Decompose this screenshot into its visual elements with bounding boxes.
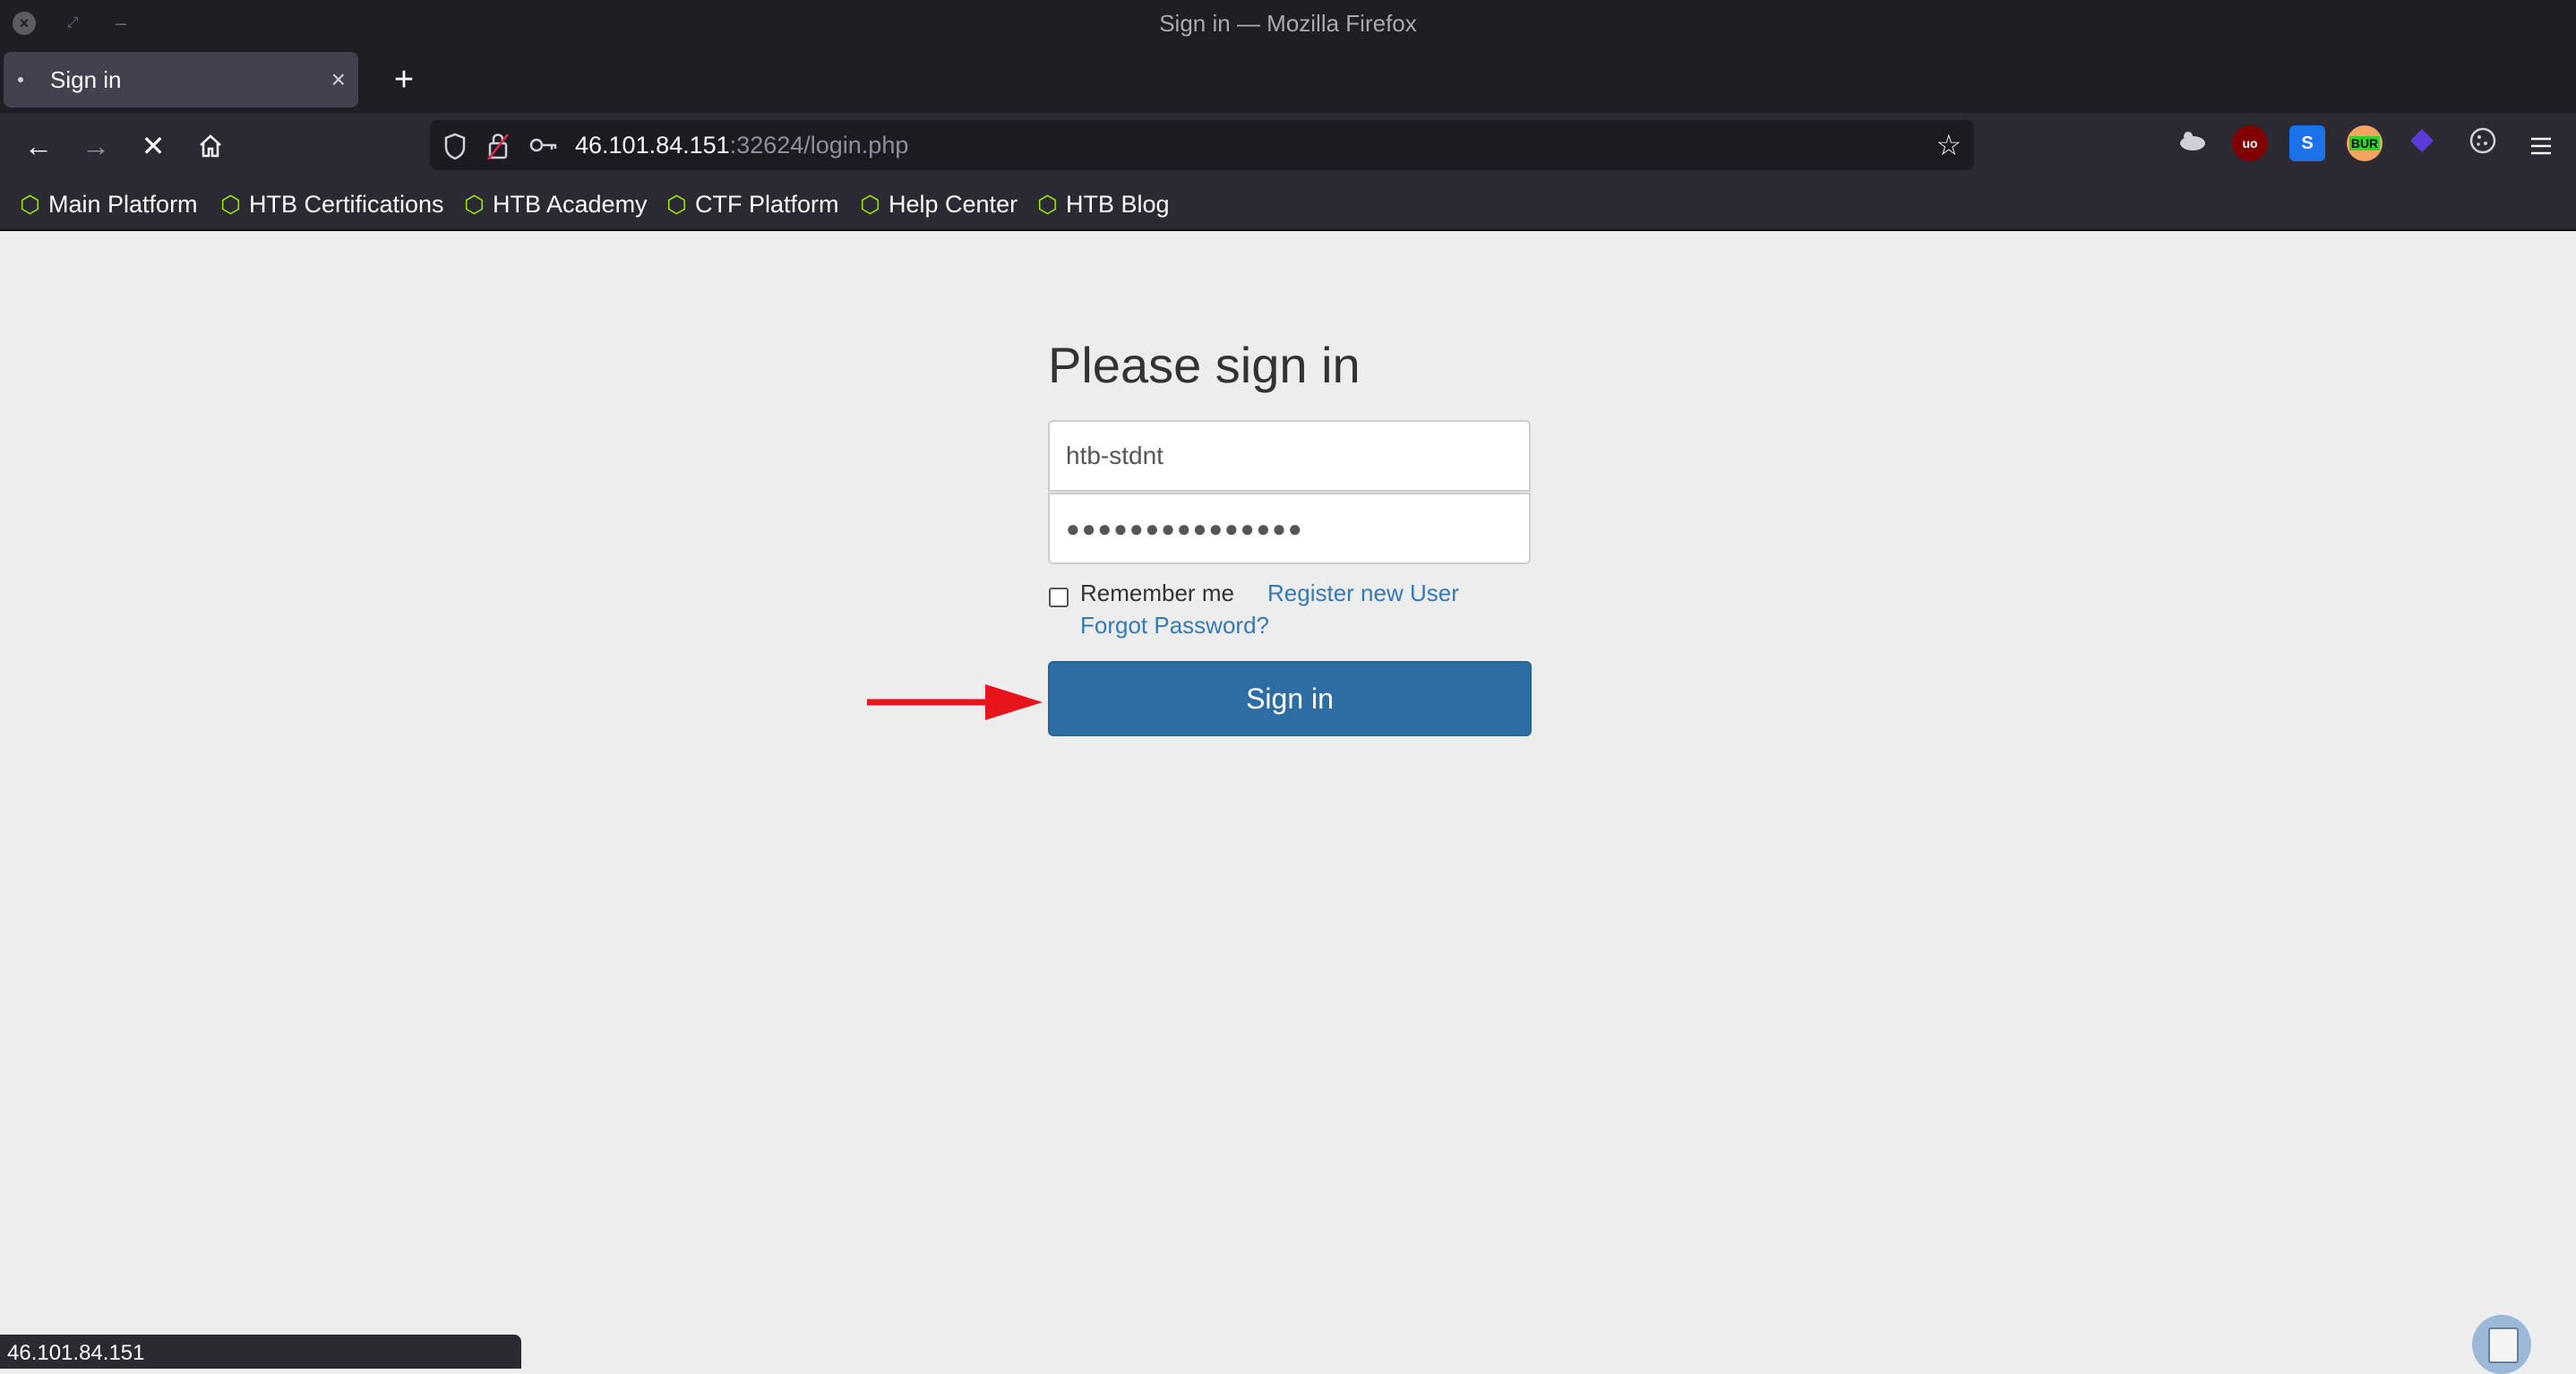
bookmarks-toolbar: ⬡ Main Platform ⬡ HTB Certifications ⬡ HTB … bbox=[0, 179, 2576, 229]
bookmark-star-icon[interactable]: ☆ bbox=[1936, 120, 1962, 170]
bookmark-main-platform[interactable]: ⬡ Main Platform bbox=[20, 179, 198, 229]
register-link[interactable]: Register new User bbox=[1267, 580, 1459, 607]
cube-icon: ⬡ bbox=[220, 191, 241, 218]
bookmark-label: HTB Academy bbox=[493, 191, 648, 218]
home-icon bbox=[200, 134, 221, 158]
page-title: Please sign in bbox=[1048, 337, 1361, 393]
window-title: Sign in — Mozilla Firefox bbox=[1159, 10, 1417, 37]
bookmark-help-center[interactable]: ⬡ Help Center bbox=[860, 179, 1018, 229]
bookmark-htb-academy[interactable]: ⬡ HTB Academy bbox=[464, 179, 648, 229]
tab-bar: Sign in × + bbox=[0, 47, 2576, 113]
bookmark-label: Main Platform bbox=[48, 191, 198, 218]
username-input[interactable] bbox=[1048, 420, 1531, 492]
tab-title: Sign in bbox=[50, 66, 122, 93]
tracking-shield-icon[interactable] bbox=[442, 120, 468, 187]
bookmark-label: CTF Platform bbox=[695, 191, 839, 218]
url-bar[interactable]: 46.101.84.151:32624/login.php ☆ bbox=[430, 120, 1974, 170]
bookmark-label: Help Center bbox=[889, 191, 1018, 218]
chrome-divider bbox=[0, 229, 2576, 231]
tab-loading-icon bbox=[18, 77, 23, 82]
cube-icon: ⬡ bbox=[464, 191, 485, 218]
menu-button[interactable] bbox=[2517, 122, 2565, 170]
annotation-arrow-icon bbox=[867, 684, 1043, 720]
cube-icon: ⬡ bbox=[20, 191, 40, 218]
forgot-password-link[interactable]: Forgot Password? bbox=[1080, 612, 1269, 640]
cube-icon: ⬡ bbox=[860, 191, 880, 218]
url-path: :32624/login.php bbox=[729, 132, 909, 159]
hackbar-icon[interactable] bbox=[2175, 125, 2211, 161]
cookie-icon[interactable] bbox=[2465, 125, 2501, 161]
navigation-toolbar: ← → ✕ 46.101.84.151:32624/login.php ☆ uo… bbox=[0, 113, 2576, 179]
remember-me-label[interactable]: Remember me bbox=[1080, 580, 1234, 607]
title-bar: × ⤢ – Sign in — Mozilla Firefox bbox=[0, 0, 2576, 47]
ublock-icon[interactable]: uo bbox=[2232, 125, 2268, 161]
s-extension-icon[interactable]: S bbox=[2289, 125, 2325, 161]
bookmark-label: HTB Certifications bbox=[249, 191, 444, 218]
stop-button[interactable]: ✕ bbox=[129, 122, 177, 170]
cube-icon: ⬡ bbox=[1037, 191, 1058, 218]
back-button[interactable]: ← bbox=[14, 122, 63, 170]
browser-chrome: × ⤢ – Sign in — Mozilla Firefox Sign in … bbox=[0, 0, 2576, 229]
status-bar: 46.101.84.151 bbox=[0, 1335, 521, 1369]
insecure-lock-icon[interactable] bbox=[485, 120, 511, 187]
burp-label: BUR bbox=[2348, 136, 2381, 150]
hamburger-icon bbox=[2531, 137, 2551, 155]
bookmark-htb-blog[interactable]: ⬡ HTB Blog bbox=[1037, 179, 1170, 229]
home-button[interactable] bbox=[186, 122, 235, 170]
new-tab-button[interactable]: + bbox=[380, 52, 428, 107]
clipboard-icon[interactable] bbox=[2472, 1315, 2531, 1374]
burp-icon[interactable]: BUR bbox=[2347, 125, 2383, 161]
cube-icon: ⬡ bbox=[666, 191, 687, 218]
password-input[interactable] bbox=[1048, 493, 1531, 564]
bookmark-htb-certifications[interactable]: ⬡ HTB Certifications bbox=[220, 179, 444, 229]
url-text[interactable]: 46.101.84.151:32624/login.php bbox=[575, 120, 908, 170]
bookmark-label: HTB Blog bbox=[1066, 191, 1170, 218]
forward-button[interactable]: → bbox=[72, 122, 120, 170]
key-icon[interactable] bbox=[528, 120, 559, 187]
tab-close-icon[interactable]: × bbox=[331, 52, 346, 107]
tab-sign-in[interactable]: Sign in × bbox=[4, 52, 358, 107]
bookmark-ctf-platform[interactable]: ⬡ CTF Platform bbox=[666, 179, 839, 229]
diamond-extension-icon[interactable] bbox=[2404, 125, 2440, 161]
url-host: 46.101.84.151 bbox=[575, 132, 730, 159]
remember-me-checkbox[interactable] bbox=[1049, 588, 1069, 607]
sign-in-button[interactable]: Sign in bbox=[1048, 661, 1532, 736]
